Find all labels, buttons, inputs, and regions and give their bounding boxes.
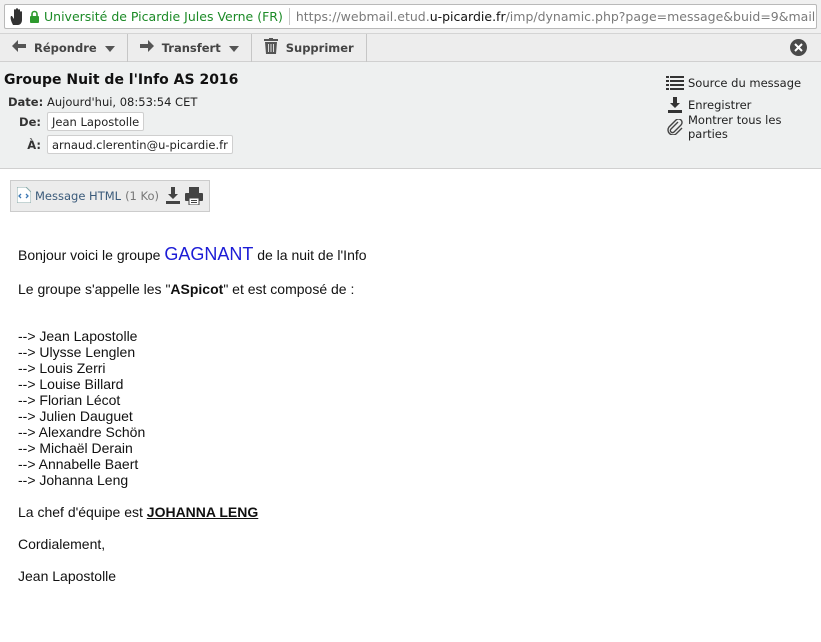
from-label: De:: [19, 114, 41, 129]
group-name-line: Le groupe s'appelle les "ASpicot" et est…: [18, 281, 354, 297]
reply-button[interactable]: Répondre: [0, 33, 128, 62]
team-lead-text: La chef d'équipe est: [18, 504, 147, 520]
team-lead-line: La chef d'équipe est JOHANNA LENG: [18, 504, 258, 520]
list-item: --> Alexandre Schön: [18, 424, 146, 440]
group-text-end: " et est composé de :: [223, 281, 355, 297]
signature-line: Jean Lapostolle: [18, 568, 117, 584]
greeting-text: Bonjour voici le groupe: [18, 247, 165, 263]
from-row: De: Jean Lapostolle: [8, 112, 145, 131]
reply-label: Répondre: [34, 40, 97, 55]
chevron-down-icon[interactable]: [104, 41, 115, 55]
date-value: Aujourd'hui, 08:53:54 CET: [47, 95, 198, 109]
group-text: Le groupe s'appelle les ": [18, 281, 171, 297]
list-item: --> Louise Billard: [18, 376, 124, 392]
closing-line: Cordialement,: [18, 536, 106, 552]
url-domain: u-picardie.fr: [429, 9, 506, 24]
lock-icon: [29, 10, 40, 24]
paperclip-icon: [666, 118, 684, 136]
url-text[interactable]: https://webmail.etud.u-picardie.fr/imp/d…: [295, 9, 816, 24]
print-icon[interactable]: [185, 187, 204, 205]
greeting-line: Bonjour voici le groupe GAGNANT de la nu…: [18, 244, 367, 265]
url-prefix: https://webmail.etud.: [295, 9, 430, 24]
attachment-size: (1 Ko): [125, 189, 160, 203]
list-icon: [666, 74, 684, 92]
date-row: Date: Aujourd'hui, 08:53:54 CET: [8, 95, 197, 109]
chevron-down-icon[interactable]: [228, 41, 239, 55]
list-item: --> Annabelle Baert: [18, 456, 139, 472]
list-item: --> Julien Dauguet: [18, 408, 133, 424]
view-source-label: Source du message: [688, 76, 802, 90]
show-parts-action[interactable]: Montrer tous les parties: [666, 113, 821, 141]
from-address[interactable]: Jean Lapostolle: [47, 112, 145, 131]
url-suffix: /imp/dynamic.php?page=message&buid=9&mai…: [505, 9, 816, 24]
list-item: --> Ulysse Lenglen: [18, 344, 136, 360]
attachment-item[interactable]: Message HTML (1 Ko): [10, 180, 210, 212]
list-item: --> Johanna Leng: [18, 472, 129, 488]
message-subject: Groupe Nuit de l'Info AS 2016: [4, 72, 239, 88]
delete-button[interactable]: Supprimer: [252, 33, 367, 62]
group-name: ASpicot: [170, 281, 224, 297]
list-item: --> Michaël Derain: [18, 440, 133, 456]
show-parts-label: Montrer tous les parties: [688, 113, 782, 141]
list-item: --> Louis Zerri: [18, 360, 106, 376]
mail-toolbar: Répondre Transfert Supprimer: [0, 33, 821, 62]
forward-label: Transfert: [161, 40, 221, 55]
arrow-left-icon: [12, 40, 26, 55]
highlight-word: GAGNANT: [164, 244, 254, 264]
to-label: À:: [27, 137, 41, 152]
message-header: Groupe Nuit de l'Info AS 2016 Date: Aujo…: [0, 62, 821, 169]
members-list: --> Jean Lapostolle --> Ulysse Lenglen -…: [18, 328, 145, 488]
hand-icon: [8, 6, 28, 28]
browser-url-bar: Université de Picardie Jules Verne (FR) …: [0, 0, 821, 34]
url-field[interactable]: Université de Picardie Jules Verne (FR) …: [4, 4, 817, 29]
view-source-action[interactable]: Source du message: [666, 72, 821, 94]
greeting-text-end: de la nuit de l'Info: [253, 247, 367, 263]
close-icon[interactable]: [790, 39, 807, 56]
to-row: À: arnaud.clerentin@u-picardie.fr: [8, 135, 233, 154]
html-file-icon: [16, 186, 32, 206]
trash-icon: [263, 38, 278, 57]
forward-button[interactable]: Transfert: [128, 33, 252, 62]
site-identity[interactable]: Université de Picardie Jules Verne (FR): [44, 8, 290, 25]
list-item: --> Florian Lécot: [18, 392, 121, 408]
download-icon[interactable]: [165, 187, 181, 205]
message-actions: Source du message Enregistrer Montrer to…: [666, 72, 821, 141]
attachment-name[interactable]: Message HTML: [35, 189, 121, 203]
to-address[interactable]: arnaud.clerentin@u-picardie.fr: [47, 135, 233, 154]
date-label: Date:: [8, 95, 44, 109]
save-label: Enregistrer: [688, 98, 752, 112]
list-item: --> Jean Lapostolle: [18, 328, 138, 344]
team-lead-name: JOHANNA LENG: [146, 504, 259, 520]
delete-label: Supprimer: [285, 40, 354, 55]
arrow-right-icon: [139, 40, 154, 55]
download-icon: [666, 96, 684, 114]
